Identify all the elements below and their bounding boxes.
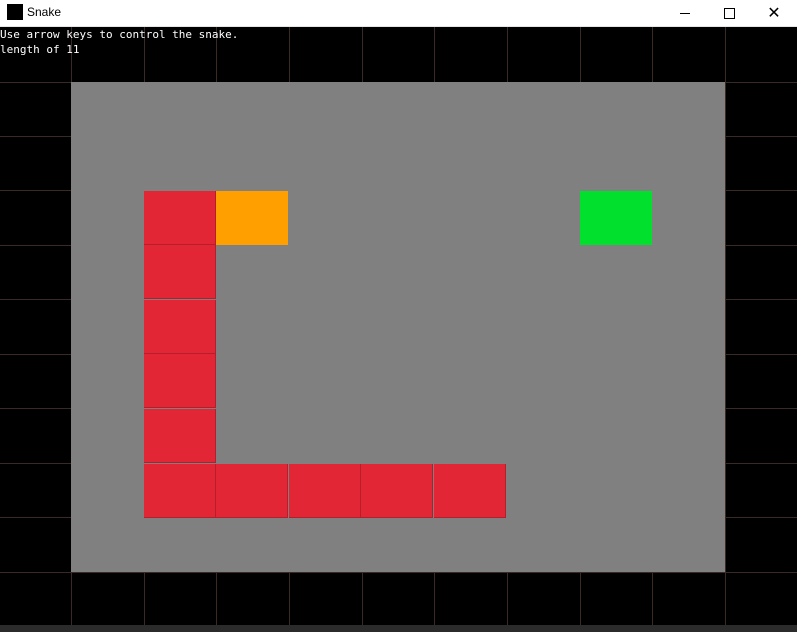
maximize-icon — [723, 7, 735, 19]
maximize-button[interactable] — [706, 0, 752, 26]
minimize-icon — [680, 12, 690, 14]
snake-segment — [361, 464, 433, 518]
snake-segment — [144, 191, 216, 245]
length-counter: length of 11 — [0, 43, 80, 56]
instructions-text: Use arrow keys to control the snake. — [0, 28, 239, 41]
game-canvas[interactable]: Use arrow keys to control the snake. len… — [0, 27, 797, 632]
close-button[interactable]: ✕ — [751, 0, 797, 26]
snake-segment — [434, 464, 506, 518]
minimize-button[interactable] — [662, 0, 708, 26]
snake-segment — [144, 409, 216, 463]
snake-segment — [144, 464, 216, 518]
bottom-edge — [0, 625, 797, 632]
food-pellet — [580, 191, 652, 245]
title-bar: Snake ✕ — [0, 0, 797, 27]
grid-line — [725, 27, 726, 632]
snake-segment — [216, 464, 288, 518]
snake-segment — [289, 464, 361, 518]
app-icon — [7, 4, 23, 20]
game-board — [71, 82, 725, 572]
close-icon: ✕ — [767, 3, 781, 22]
snake-head — [216, 191, 288, 245]
window-title: Snake — [27, 5, 62, 19]
snake-segment — [144, 300, 216, 354]
snake-segment — [144, 354, 216, 408]
snake-segment — [144, 245, 216, 299]
grid-line — [0, 572, 797, 573]
